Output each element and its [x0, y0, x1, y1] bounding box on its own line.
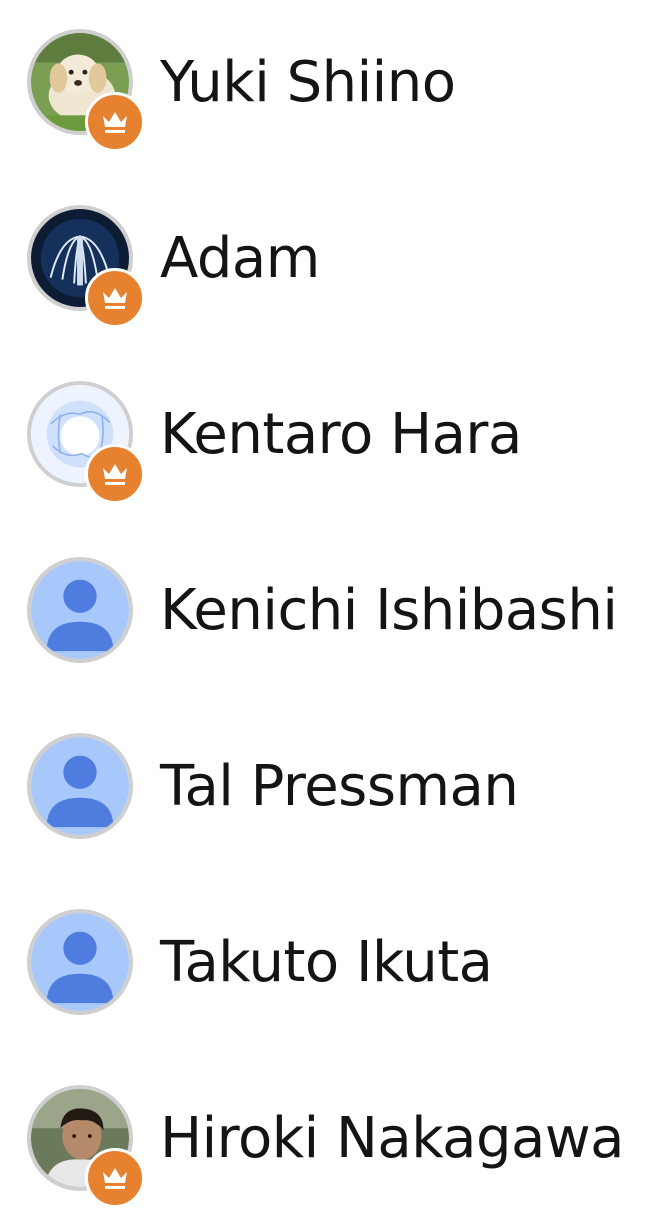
person-icon: [31, 913, 129, 1011]
crown-icon: [103, 288, 127, 309]
default-person-avatar: [27, 733, 133, 839]
member-name: Adam: [160, 226, 320, 291]
default-person-avatar: [27, 909, 133, 1015]
owner-crown-badge: [85, 92, 145, 152]
member-row[interactable]: Hiroki Nakagawa: [0, 1056, 672, 1232]
member-row[interactable]: Kentaro Hara: [0, 352, 672, 528]
member-row[interactable]: Kenichi Ishibashi: [0, 528, 672, 704]
crown-icon: [103, 464, 127, 485]
crown-icon: [103, 1168, 127, 1189]
owner-crown-badge: [85, 1148, 145, 1208]
default-person-avatar: [27, 557, 133, 663]
member-name: Yuki Shiino: [160, 50, 456, 115]
member-list: Yuki Shiino Adam Kentaro Hara Kenichi Is…: [0, 0, 672, 1218]
member-name: Kenichi Ishibashi: [160, 578, 618, 643]
member-row[interactable]: Tal Pressman: [0, 704, 672, 880]
member-name: Tal Pressman: [160, 754, 519, 819]
member-row[interactable]: Takuto Ikuta: [0, 880, 672, 1056]
person-icon: [31, 561, 129, 659]
person-icon: [31, 737, 129, 835]
member-name: Kentaro Hara: [160, 402, 522, 467]
member-row[interactable]: Adam: [0, 176, 672, 352]
owner-crown-badge: [85, 268, 145, 328]
owner-crown-badge: [85, 444, 145, 504]
member-row[interactable]: Yuki Shiino: [0, 0, 672, 176]
member-name: Takuto Ikuta: [160, 930, 493, 995]
crown-icon: [103, 112, 127, 133]
member-name: Hiroki Nakagawa: [160, 1106, 624, 1171]
